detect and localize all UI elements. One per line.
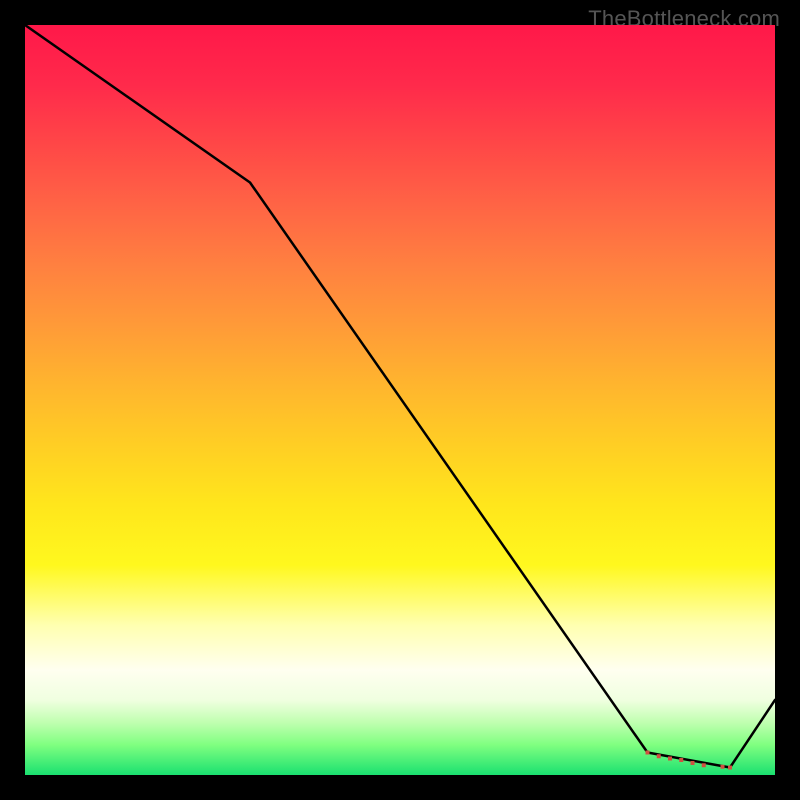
chart-container: TheBottleneck.com (0, 0, 800, 800)
marker-point (657, 754, 661, 758)
marker-point (646, 751, 650, 755)
marker-point (702, 763, 706, 767)
chart-svg (25, 25, 775, 775)
marker-point (721, 765, 725, 769)
plot-area (25, 25, 775, 775)
marker-point (691, 761, 695, 765)
curve-line (25, 25, 775, 768)
marker-point (679, 758, 683, 762)
marker-point (728, 766, 732, 770)
marker-point (668, 757, 672, 761)
